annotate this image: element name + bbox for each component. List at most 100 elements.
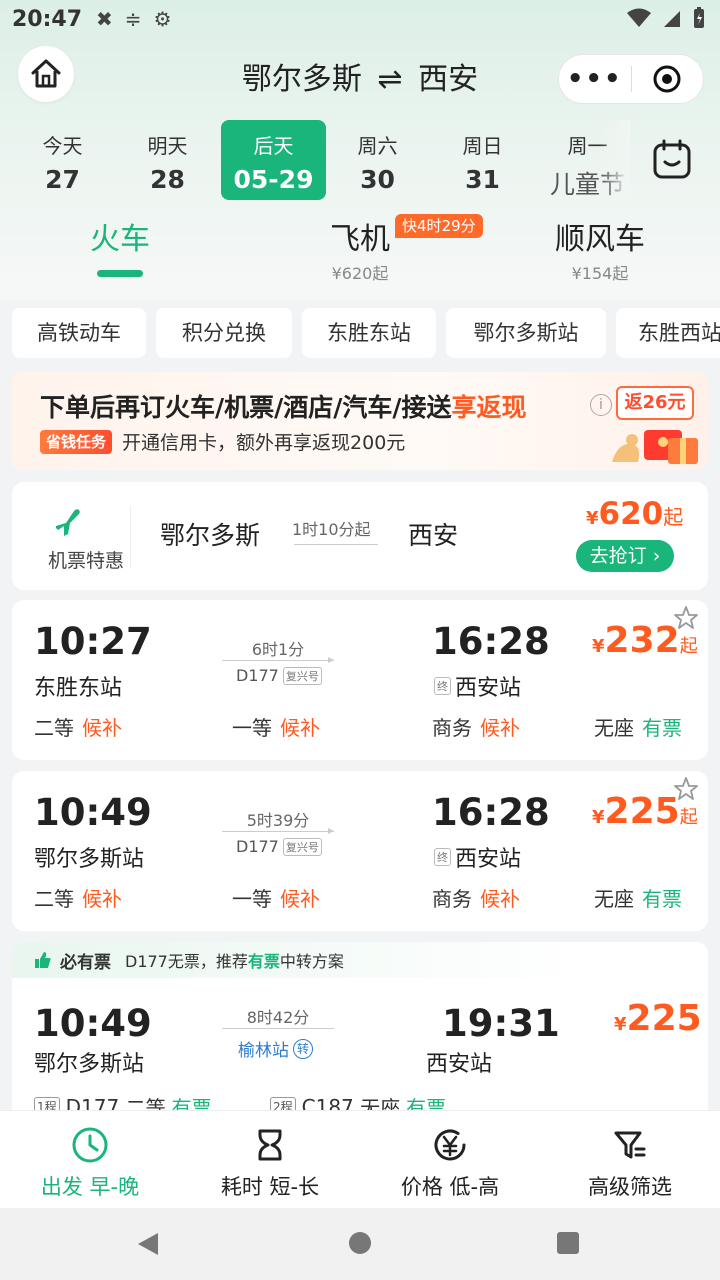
date-tomorrow[interactable]: 明天 28: [115, 120, 220, 200]
tab-carpool[interactable]: 顺风车 ¥154起: [550, 214, 650, 284]
home-circle-icon[interactable]: [347, 1230, 373, 1256]
travel-duration: 6时1分: [251, 640, 305, 659]
seat-status: 候补: [280, 716, 320, 740]
cashback-reward-badge: 返26元: [616, 386, 694, 420]
banner-title: 下单后再订火车/机票/酒店/汽车/接送享返现: [40, 388, 527, 424]
active-tab-indicator: [97, 270, 143, 277]
favorite-star-icon[interactable]: [672, 775, 700, 803]
arrival-time: 19:31: [442, 1002, 560, 1045]
sort-filter-bar: 出发 早-晚 耗时 短-长 价格 低-高 高级筛选: [0, 1110, 720, 1208]
seat-status: 候补: [82, 716, 122, 740]
duration-line: [222, 828, 334, 834]
seat-status: 候补: [480, 716, 520, 740]
status-time: 20:47: [12, 6, 83, 32]
notification-icon: ✖: [96, 7, 113, 31]
sort-by-departure[interactable]: 出发 早-晚: [0, 1111, 180, 1209]
seat-status: 候补: [82, 887, 122, 911]
price-suffix: 起: [663, 505, 684, 529]
home-icon: [31, 59, 61, 88]
more-options-button[interactable]: •••: [559, 64, 631, 94]
currency-symbol: ¥: [592, 636, 605, 657]
banner-title-main: 下单后再订火车/机票/酒店/汽车/接送: [40, 393, 452, 422]
fuxing-tag: 复兴号: [282, 666, 322, 685]
chip-ordos-station[interactable]: 鄂尔多斯站: [446, 308, 606, 358]
flight-duration: 1时10分起: [292, 520, 371, 539]
seat-business-class: 商务 候补: [432, 712, 520, 741]
currency-symbol: ¥: [614, 1014, 627, 1035]
transport-mode-tabs: 火车 飞机 ¥620起 快4时29分 顺风车 ¥154起: [0, 214, 720, 294]
route-title[interactable]: 鄂尔多斯 ⇌ 西安: [180, 54, 540, 98]
sort-by-price[interactable]: 价格 低-高: [360, 1111, 540, 1209]
fuxing-tag: 复兴号: [282, 837, 322, 856]
date-label: 周六: [357, 134, 398, 158]
banner-subtitle: 省钱任务 开通信用卡，额外再享返现200元: [40, 428, 405, 455]
date-value: 27: [45, 165, 80, 194]
savings-task-tag: 省钱任务: [40, 429, 113, 454]
flight-deal-label: 机票特惠: [47, 550, 124, 572]
duration-line: [294, 544, 378, 545]
cashback-banner[interactable]: 下单后再订火车/机票/酒店/汽车/接送享返现 i 省钱任务 开通信用卡，额外再享…: [12, 372, 708, 470]
seat-name: 无座: [594, 887, 634, 911]
seat-first-class: 一等 候补: [232, 712, 320, 741]
date-today[interactable]: 今天 27: [10, 120, 115, 200]
calendar-button[interactable]: [648, 138, 696, 182]
guaranteed-ticket-bar: 必有票 D177无票，推荐 有票 中转方案: [12, 942, 582, 978]
transfer-msg-highlight: 有票: [247, 952, 280, 971]
departure-time: 10:49: [34, 1002, 152, 1045]
grab-ticket-button[interactable]: 去抢订 ›: [576, 540, 674, 572]
transfer-station: 榆林站 转: [238, 1036, 313, 1061]
tab-price: ¥154起: [571, 264, 629, 283]
sort-by-duration[interactable]: 耗时 短-长: [180, 1111, 360, 1209]
departure-time: 10:27: [34, 620, 152, 663]
seat-status: 有票: [642, 716, 682, 740]
date-sunday[interactable]: 周日 31: [430, 120, 535, 200]
hourglass-icon: [258, 1129, 282, 1161]
price-value: 232: [604, 620, 680, 661]
recents-icon[interactable]: [555, 1230, 581, 1256]
seat-name: 二等: [34, 716, 74, 740]
date-saturday[interactable]: 周六 30: [325, 120, 430, 200]
flight-deal-card[interactable]: 机票特惠 鄂尔多斯 1时10分起 西安 ¥620起 去抢订 ›: [12, 482, 708, 590]
advanced-filter[interactable]: 高级筛选: [540, 1111, 720, 1209]
chip-dongsheng-west[interactable]: 东胜西站: [616, 308, 720, 358]
tab-label: 耗时 短-长: [220, 1175, 320, 1199]
flight-to: 西安: [408, 521, 459, 550]
tab-train[interactable]: 火车: [90, 214, 150, 258]
seat-second-class: 二等 候补: [34, 883, 122, 912]
chip-dongsheng-east[interactable]: 东胜东站: [302, 308, 436, 358]
close-mini-program-button[interactable]: [632, 64, 704, 94]
seat-status: 候补: [480, 887, 520, 911]
seat-name: 一等: [232, 716, 272, 740]
chip-points-exchange[interactable]: 积分兑换: [156, 308, 292, 358]
seat-name: 一等: [232, 887, 272, 911]
tab-flight[interactable]: 飞机 ¥620起: [320, 214, 400, 284]
seat-second-class: 二等 候补: [34, 712, 122, 741]
date-fade: [600, 120, 630, 200]
data-saver-icon: ≑: [124, 7, 142, 31]
train-card[interactable]: 10:27 东胜东站 6时1分 D177 复兴号 16:28 终 西安站 ¥23…: [12, 600, 708, 760]
airplane-icon: [56, 509, 80, 536]
wifi-icon: [627, 8, 651, 27]
arrival-station-text: 西安站: [455, 847, 522, 872]
banner-title-highlight: 享返现: [451, 393, 527, 422]
tab-label: 出发 早-晚: [40, 1175, 140, 1199]
train-card[interactable]: 10:49 鄂尔多斯站 5时39分 D177 复兴号 16:28 终 西安站 ¥…: [12, 771, 708, 931]
tab-label: 火车: [90, 222, 150, 257]
arrival-time: 16:28: [432, 791, 550, 834]
yen-coin-icon: [434, 1129, 466, 1161]
currency-symbol: ¥: [592, 807, 605, 828]
info-icon[interactable]: i: [590, 394, 612, 416]
favorite-star-icon[interactable]: [672, 604, 700, 632]
arrival-station: 终 西安站: [434, 670, 521, 702]
route-to: 西安: [418, 62, 479, 97]
chip-high-speed[interactable]: 高铁动车: [12, 308, 146, 358]
seat-name: 商务: [432, 887, 472, 911]
date-value: 31: [465, 165, 500, 194]
filter-icon: [614, 1131, 646, 1159]
arrival-time: 16:28: [432, 620, 550, 663]
swap-icon[interactable]: ⇌: [377, 62, 402, 97]
back-icon[interactable]: [134, 1230, 162, 1258]
home-button[interactable]: [18, 46, 74, 102]
signal-icon: [664, 11, 680, 27]
date-day-after-tomorrow[interactable]: 后天 05-29: [221, 120, 326, 200]
